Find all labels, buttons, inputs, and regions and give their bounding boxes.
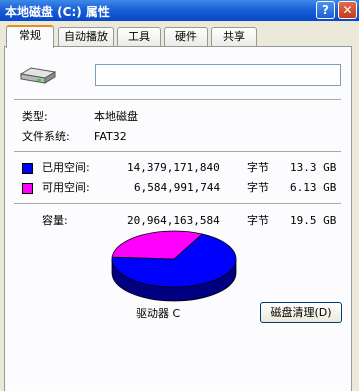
type-value: 本地磁盘 (94, 110, 138, 123)
tab-general[interactable]: 常规 (6, 25, 54, 48)
capacity-size: 19.5 GB (290, 214, 337, 227)
used-space-label: 已用空间: (42, 161, 90, 174)
free-space-size: 6.13 GB (290, 181, 337, 194)
filesystem-value: FAT32 (94, 130, 127, 143)
separator (14, 203, 341, 205)
used-space-swatch (22, 163, 33, 174)
hard-drive-icon (19, 67, 57, 84)
type-label: 类型: (22, 110, 48, 123)
free-space-label: 可用空间: (42, 181, 90, 194)
used-space-size: 13.3 GB (290, 161, 337, 174)
tab-tools[interactable]: 工具 (117, 27, 161, 46)
free-space-bytes: 6,584,991,744 (134, 181, 221, 194)
tab-autoplay[interactable]: 自动播放 (58, 27, 114, 46)
tab-hardware[interactable]: 硬件 (164, 27, 208, 46)
volume-name-field[interactable] (95, 64, 341, 86)
volume-name-input[interactable] (96, 65, 340, 85)
separator (14, 151, 341, 153)
drive-label: 驱动器 C (136, 307, 181, 320)
title-bar: 本地磁盘 (C:) 属性 ? ✕ (0, 0, 359, 21)
tab-sharing[interactable]: 共享 (211, 27, 257, 46)
capacity-label: 容量: (42, 214, 68, 227)
used-space-unit: 字节 (247, 161, 269, 174)
capacity-unit: 字节 (247, 214, 269, 227)
separator (14, 99, 341, 101)
window-title: 本地磁盘 (C:) 属性 (5, 5, 110, 19)
free-space-unit: 字节 (247, 181, 269, 194)
filesystem-label: 文件系统: (22, 130, 70, 143)
help-button[interactable]: ? (316, 1, 335, 19)
close-button[interactable]: ✕ (338, 1, 357, 19)
free-space-swatch (22, 183, 33, 194)
disk-usage-pie-chart (111, 230, 237, 302)
disk-cleanup-button[interactable]: 磁盘清理(D) (260, 302, 342, 323)
used-space-bytes: 14,379,171,840 (127, 161, 220, 174)
